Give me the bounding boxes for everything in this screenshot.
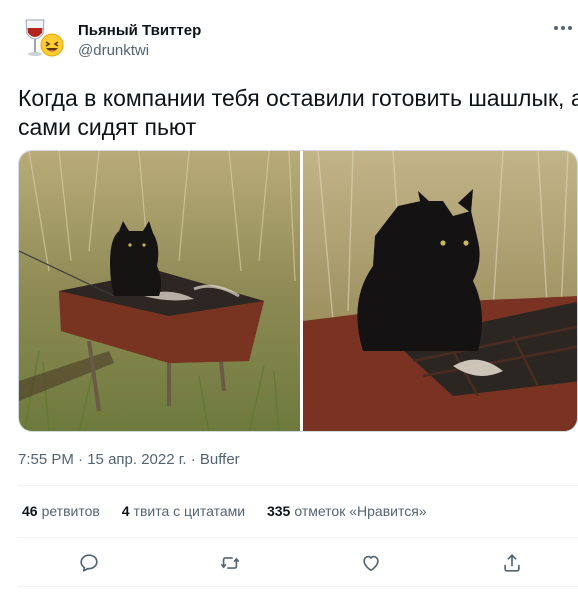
more-options-icon[interactable]	[554, 24, 574, 32]
share-icon	[504, 554, 520, 572]
tweet-text-line-1: Когда в компании тебя оставили готовить …	[18, 85, 578, 111]
retweet-button[interactable]	[217, 550, 243, 576]
tweet-header: Пьяный Твиттер @drunktwi	[18, 14, 578, 70]
meta-separator: ·	[78, 451, 84, 468]
tweet-text: Когда в компании тебя оставили готовить …	[18, 84, 578, 142]
media-grid	[18, 150, 578, 432]
share-button[interactable]	[499, 550, 525, 576]
likes-label: отметок «Нравится»	[294, 503, 427, 519]
user-info: Пьяный Твиттер @drunktwi	[78, 22, 201, 61]
divider	[18, 537, 578, 538]
wine-glass-emoji-icon	[25, 19, 64, 57]
quotes-label: твита с цитатами	[133, 503, 246, 519]
tweet-source[interactable]: Buffer	[200, 451, 240, 468]
likes-count: 335	[266, 503, 291, 519]
avatar[interactable]	[18, 14, 66, 62]
quotes-count: 4	[121, 503, 130, 519]
meta-separator: ·	[190, 451, 196, 468]
retweet-icon	[220, 557, 240, 569]
retweets-count: 46	[22, 503, 38, 519]
retweets-stat[interactable]: 46 ретвитов	[22, 500, 100, 522]
divider	[18, 586, 578, 587]
reply-button[interactable]	[76, 550, 102, 576]
divider	[18, 485, 578, 486]
photo-cat-on-grill-wide[interactable]	[19, 151, 300, 431]
likes-stat[interactable]: 335 отметок «Нравится»	[267, 500, 427, 522]
reply-icon	[80, 554, 98, 572]
heart-icon	[363, 555, 379, 572]
photo-cat-on-grill-closeup[interactable]	[303, 151, 577, 431]
user-handle[interactable]: @drunktwi	[78, 41, 201, 61]
tweet-stats: 46 ретвитов 4 твита с цитатами 335 отметок …	[22, 500, 445, 522]
tweet-text-line-2: сами сидят пьют	[18, 114, 197, 140]
display-name[interactable]: Пьяный Твиттер	[78, 22, 201, 40]
quotes-stat[interactable]: 4 твита с цитатами	[122, 500, 245, 522]
tweet-meta: 7:55 PM · 15 апр. 2022 г. · Buffer	[18, 450, 240, 470]
action-bar	[18, 546, 578, 580]
tweet-time[interactable]: 7:55 PM	[18, 451, 74, 468]
like-button[interactable]	[358, 550, 384, 576]
retweets-label: ретвитов	[41, 503, 100, 519]
tweet-date[interactable]: 15 апр. 2022 г.	[87, 451, 186, 468]
